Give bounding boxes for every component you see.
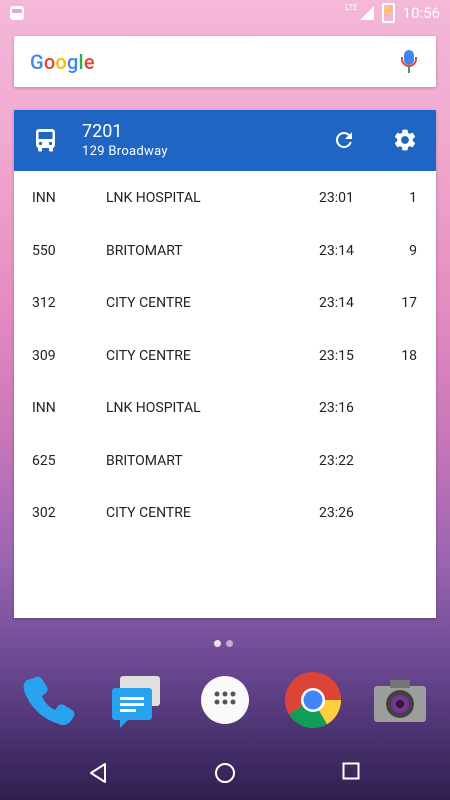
departure-time: 23:15	[319, 347, 354, 364]
camera-icon[interactable]	[370, 670, 430, 730]
route-number: 309	[32, 347, 56, 364]
app-drawer-icon[interactable]	[195, 670, 255, 730]
page-dot	[226, 640, 233, 647]
bus-notification-icon	[10, 6, 24, 20]
departure-row[interactable]: INN LNK HOSPITAL 23:01 1	[14, 171, 436, 224]
phone-icon[interactable]	[18, 670, 78, 730]
navigation-bar	[0, 744, 450, 800]
route-number: INN	[32, 400, 56, 416]
network-type: LTE	[345, 2, 358, 12]
destination: BRITOMART	[106, 242, 183, 259]
back-icon[interactable]	[88, 762, 108, 784]
departure-row[interactable]: 309 CITY CENTRE 23:15 18	[14, 329, 436, 382]
destination: LNK HOSPITAL	[106, 190, 201, 206]
route-number: 625	[32, 452, 56, 469]
signal-icon	[359, 6, 374, 20]
widget-header: 7201 129 Broadway	[14, 110, 436, 171]
departure-row[interactable]: INN LNK HOSPITAL 23:16	[14, 381, 436, 434]
departure-time: 23:22	[319, 452, 354, 469]
bus-departures-widget: 7201 129 Broadway INN LNK HOSPITAL 23:01…	[14, 110, 436, 618]
route-number: 550	[32, 242, 56, 259]
destination: LNK HOSPITAL	[106, 400, 201, 416]
clock: 10:56	[402, 4, 440, 22]
departure-time: 23:26	[319, 505, 354, 521]
home-icon[interactable]	[214, 762, 236, 784]
departure-row[interactable]: 312 CITY CENTRE 23:14 17	[14, 276, 436, 329]
messenger-icon[interactable]	[106, 670, 166, 730]
page-dot-active	[214, 640, 221, 647]
departure-row[interactable]: 625 BRITOMART 23:22	[14, 434, 436, 487]
stop-number: 7201	[82, 121, 123, 142]
departure-time: 23:14	[319, 295, 354, 311]
route-number: 302	[32, 505, 56, 521]
minutes-away: 1	[409, 190, 417, 206]
stop-name: 129 Broadway	[82, 144, 168, 159]
google-search-bar[interactable]: Google	[14, 36, 436, 87]
minutes-away: 9	[409, 242, 417, 259]
minutes-away: 18	[401, 347, 417, 364]
destination: CITY CENTRE	[106, 505, 191, 521]
minutes-away: 17	[401, 295, 417, 311]
departure-time: 23:16	[319, 400, 354, 416]
app-dock	[0, 664, 450, 744]
departure-row[interactable]: 550 BRITOMART 23:14 9	[14, 224, 436, 277]
departure-row[interactable]: 302 CITY CENTRE 23:26	[14, 486, 436, 539]
chrome-icon[interactable]	[283, 670, 343, 730]
route-number: INN	[32, 190, 56, 206]
recents-icon[interactable]	[342, 762, 360, 780]
status-bar: LTE 10:56	[0, 0, 450, 26]
refresh-icon[interactable]	[332, 128, 356, 152]
google-logo: Google	[30, 50, 95, 74]
status-right: LTE 10:56	[345, 3, 450, 23]
bus-icon	[36, 129, 55, 152]
destination: BRITOMART	[106, 452, 183, 469]
destination: CITY CENTRE	[106, 295, 191, 311]
status-left	[0, 6, 24, 20]
departure-time: 23:14	[319, 242, 354, 259]
gear-icon[interactable]	[392, 127, 418, 153]
battery-icon	[381, 3, 395, 23]
route-number: 312	[32, 295, 56, 311]
mic-icon[interactable]	[401, 50, 417, 74]
departures-list: INN LNK HOSPITAL 23:01 1 550 BRITOMART 2…	[14, 171, 436, 539]
page-indicator	[214, 640, 233, 647]
departure-time: 23:01	[319, 190, 354, 206]
destination: CITY CENTRE	[106, 347, 191, 364]
